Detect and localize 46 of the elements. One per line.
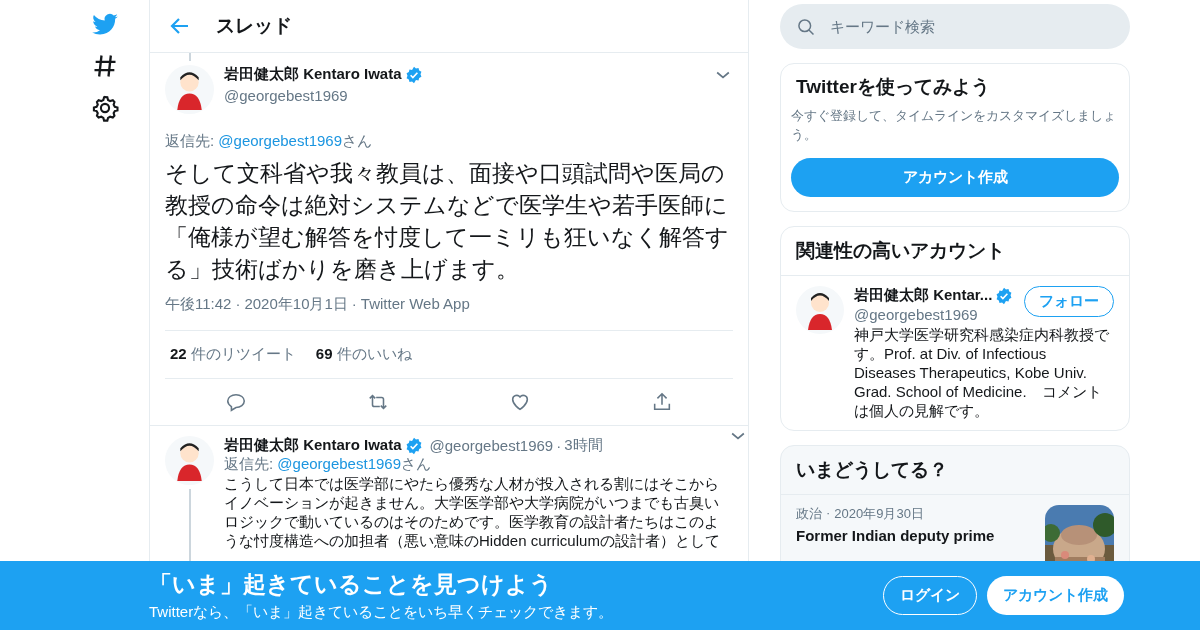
user-name[interactable]: 岩田健太郎 Kentaro Iwata	[224, 65, 402, 84]
avatar[interactable]	[165, 65, 214, 114]
separator-dot: ·	[351, 295, 357, 314]
card-title: Twitterを使ってみよう	[795, 75, 991, 99]
stat-text[interactable]: 69 件のいいね	[315, 345, 412, 364]
avatar[interactable]	[796, 286, 844, 334]
separator-dot: ·	[556, 437, 562, 454]
reply-to-text: 返信先: @georgebest1969さん	[224, 455, 432, 474]
stat-text[interactable]: 22 件のリツイート	[170, 345, 296, 364]
signup-button[interactable]: アカウント作成	[791, 158, 1119, 197]
trend-category: 政治	[796, 505, 822, 523]
tweet-meta[interactable]: Twitter Web App	[360, 295, 470, 314]
banner-subtitle: Twitterなら、「いま」起きていることをいち早くチェックできます。	[149, 603, 615, 622]
user-bio: 神戸大学医学研究科感染症内科教授です。Prof. at Div. of Infectious Diseases Therapeutics, Kobe Univ. Grad. School of Medicine. コメントは個人の見解です。	[854, 325, 1110, 420]
banner-title: 「いま」起きていることを見つけよう	[149, 570, 554, 599]
trend-date: 2020年9月30日	[834, 505, 924, 523]
share-icon[interactable]	[651, 391, 673, 413]
tweet-time[interactable]: 3時間	[564, 436, 603, 455]
page-title: スレッド	[216, 14, 292, 38]
tweet-meta: 午後11:42	[165, 295, 232, 314]
tweet-text: そして文科省や我々教員は、面接や口頭試問や医局の教授の命令は絶対システムなどで医学生や若手医師に「俺様が望む解答を忖度して一ミリも狂いなく解答する」技術ばかりを磨き上げます。	[165, 159, 730, 284]
reply-icon[interactable]	[225, 391, 247, 413]
user-handle[interactable]: @georgebest1969	[224, 87, 423, 104]
settings-icon[interactable]	[91, 94, 119, 122]
separator-dot: ·	[826, 505, 831, 522]
card-text: 今すぐ登録して、タイムラインをカスタマイズしましょう。	[791, 107, 1117, 144]
separator-dot: ·	[235, 295, 241, 314]
mention-link[interactable]: @georgebest1969	[277, 455, 401, 472]
card-title: 関連性の高いアカウント	[781, 227, 1129, 276]
retweet-icon[interactable]	[367, 391, 389, 413]
mention-link[interactable]: @georgebest1969	[218, 132, 342, 149]
user-name[interactable]: 岩田健太郎 Kentaro Iwata	[224, 436, 402, 455]
card-title: いまどうしてる？	[781, 446, 1129, 495]
tweet-text: こうして日本では医学部にやたら優秀な人材が投入される割にはそこからイノベーションが起きません。大学医学部や大学病院がいつまでも古臭いロジックで動いているのはそのためです。医学教育の設計者たちはこのような忖度構造への加担者（悪い意味のHidden curriculumの設計者）として	[224, 474, 721, 550]
signup-button[interactable]: アカウント作成	[987, 576, 1124, 615]
follow-button[interactable]: フォロー	[1024, 286, 1114, 317]
trend-headline[interactable]: Former Indian deputy prime	[796, 526, 1035, 545]
avatar[interactable]	[165, 436, 214, 485]
search-field[interactable]: キーワード検索	[780, 4, 1130, 49]
search-input[interactable]: キーワード検索	[830, 18, 1080, 35]
tweet-meta: 2020年10月1日	[244, 295, 348, 314]
search-icon	[796, 16, 816, 37]
reply-to-text: 返信先: @georgebest1969さん	[165, 132, 373, 151]
user-handle[interactable]: @georgebest1969	[854, 306, 1014, 323]
user-handle[interactable]: @georgebest1969	[429, 437, 554, 454]
user-name[interactable]: 岩田健太郎 Kentar...	[854, 286, 993, 305]
